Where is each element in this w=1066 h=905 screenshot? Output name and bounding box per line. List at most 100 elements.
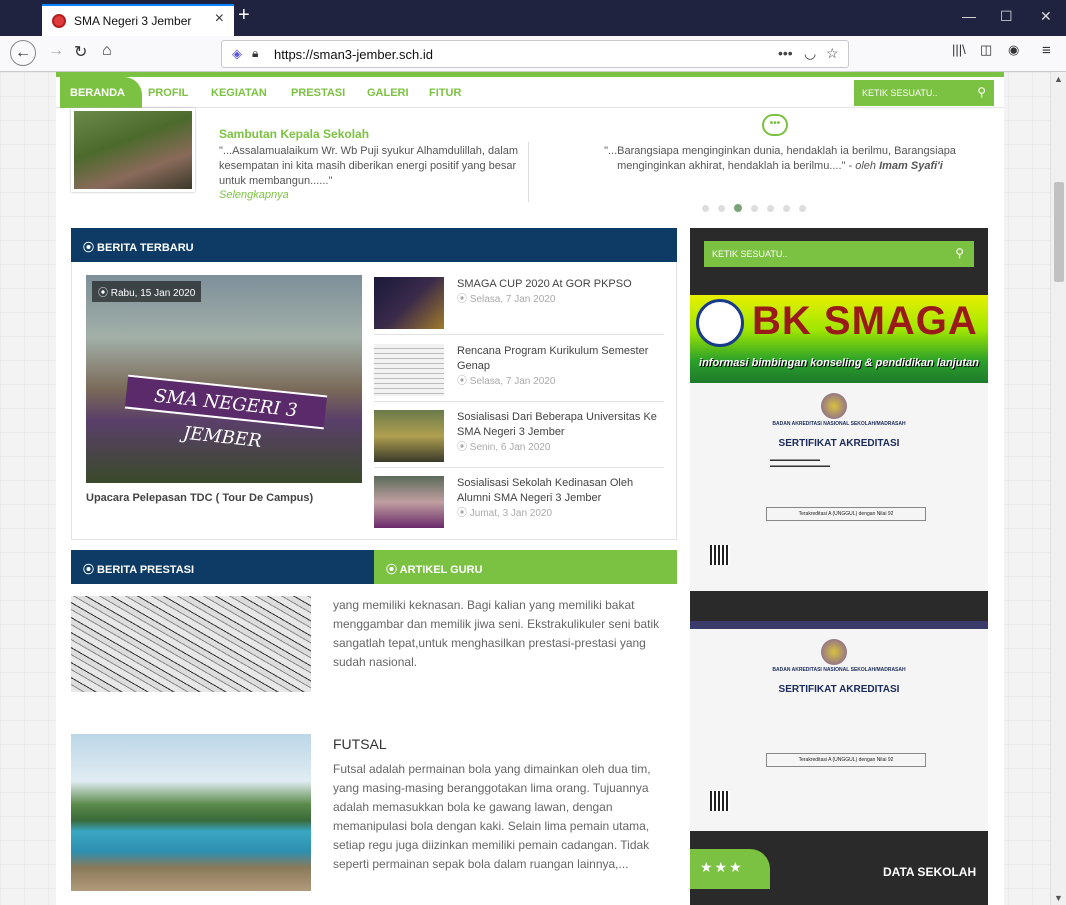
carousel-dot[interactable] (702, 205, 709, 212)
site-nav: BERANDA PROFIL KEGIATAN PRESTASI GALERI … (56, 72, 1004, 108)
close-tab-icon[interactable]: × (215, 10, 224, 28)
bk-subtitle: informasi bimbingan konseling & pendidik… (699, 357, 979, 369)
news-item[interactable]: SMAGA CUP 2020 At GOR PKPSO ⦿ Selasa, 7 … (374, 275, 664, 335)
berita-terbaru-panel: SMA NEGERI 3 JEMBER ⦿ Rabu, 15 Jan 2020 … (71, 262, 677, 540)
search-placeholder: KETIK SESUATU.. (712, 249, 788, 259)
tracking-shield-icon[interactable]: ◈ (232, 46, 242, 62)
batik-image[interactable] (71, 596, 311, 692)
url-bar[interactable]: ◈ 🔒︎ https://sman3-jember.sch.id ••• ◡ ☆ (221, 40, 849, 68)
news-date: ⦿ Senin, 6 Jan 2020 (457, 442, 551, 453)
news-title-text[interactable]: SMAGA CUP 2020 At GOR PKPSO (457, 278, 632, 290)
carousel-dot[interactable] (718, 205, 725, 212)
reload-icon[interactable]: ↻ (74, 42, 87, 62)
home-icon[interactable]: ⌂ (102, 42, 112, 60)
accreditation-certificate[interactable]: BADAN AKREDITASI NASIONAL SEKOLAH/MADRAS… (690, 621, 988, 831)
nav-item-beranda[interactable]: BERANDA (60, 77, 142, 108)
berita-terbaru-header: ⦿ BERITA TERBARU (71, 228, 677, 262)
news-item[interactable]: Rencana Program Kurikulum Semester Genap… (374, 342, 664, 402)
futsal-text: Futsal adalah permainan bola yang dimain… (333, 762, 651, 871)
sidebar-icon[interactable]: ◫ (980, 42, 992, 58)
data-sekolah-header: ★★★ DATA SEKOLAH (690, 841, 988, 905)
carousel-dot[interactable] (767, 205, 774, 212)
browser-titlebar: SMA Negeri 3 Jember × + — ☐ ✕ (0, 0, 1066, 36)
new-tab-icon[interactable]: + (238, 4, 250, 27)
futsal-image[interactable] (71, 734, 311, 891)
nav-item-kegiatan[interactable]: KEGIATAN (211, 87, 267, 99)
scrollbar-thumb[interactable] (1054, 182, 1064, 282)
bookmark-star-icon[interactable]: ☆ (826, 45, 839, 62)
news-title[interactable]: Rencana Program Kurikulum Semester Genap… (457, 344, 667, 389)
news-title[interactable]: Sosialisasi Dari Beberapa Universitas Ke… (457, 410, 667, 455)
futsal-title[interactable]: FUTSAL (333, 736, 387, 752)
ban-sm-emblem-icon (821, 639, 847, 665)
main-news-image[interactable]: SMA NEGERI 3 JEMBER ⦿ Rabu, 15 Jan 2020 (86, 275, 362, 483)
page-viewport: BERANDA PROFIL KEGIATAN PRESTASI GALERI … (0, 72, 1066, 905)
quote-bubble-icon: ••• (762, 114, 788, 136)
maximize-icon[interactable]: ☐ (1000, 8, 1013, 25)
news-title[interactable]: SMAGA CUP 2020 At GOR PKPSO ⦿ Selasa, 7 … (457, 277, 667, 307)
page-actions-icon[interactable]: ••• (778, 45, 793, 61)
search-icon[interactable]: ⚲ (955, 246, 964, 260)
window-close-icon[interactable]: ✕ (1040, 8, 1052, 25)
url-text[interactable]: https://sman3-jember.sch.id (274, 47, 433, 62)
search-placeholder: KETIK SESUATU.. (862, 88, 938, 98)
account-icon[interactable]: ◉ (1008, 42, 1019, 58)
sidebar-search-input[interactable]: KETIK SESUATU.. ⚲ (704, 241, 974, 267)
lock-icon[interactable]: 🔒︎ (252, 46, 258, 61)
main-news-title[interactable]: Upacara Pelepasan TDC ( Tour De Campus) (86, 492, 313, 504)
carousel-dots (702, 201, 815, 215)
nav-item-galeri[interactable]: GALERI (367, 87, 409, 99)
news-title[interactable]: Sosialisasi Sekolah Kedinasan Oleh Alumn… (457, 476, 667, 521)
divider (528, 142, 529, 202)
minimize-icon[interactable]: — (962, 8, 976, 24)
section-title: ⦿ BERITA TERBARU (83, 242, 194, 254)
sambutan-title[interactable]: Sambutan Kepala Sekolah (219, 127, 369, 141)
bk-smaga-banner[interactable]: BK SMAGA informasi bimbingan konseling &… (690, 295, 988, 383)
scroll-up-icon[interactable]: ▲ (1054, 74, 1063, 84)
pocket-icon[interactable]: ◡ (804, 45, 816, 62)
main-news-date: ⦿ Rabu, 15 Jan 2020 (92, 281, 202, 302)
news-thumbnail[interactable] (374, 476, 444, 528)
carousel-dot-active[interactable] (734, 204, 742, 212)
search-icon[interactable]: ⚲ (977, 85, 986, 99)
page-scrollbar[interactable]: ▲ ▼ (1050, 72, 1066, 905)
section-title: ⦿ ARTIKEL GURU (386, 564, 483, 576)
quote-by: oleh (855, 160, 877, 172)
batik-text: yang memiliki keknasan. Bagi kalian yang… (333, 598, 660, 669)
news-thumbnail[interactable] (374, 277, 444, 329)
tab-artikel-guru[interactable]: ⦿ ARTIKEL GURU (374, 550, 677, 584)
quote-text: "...Barangsiapa menginginkan dunia, hend… (576, 144, 984, 174)
data-sekolah-title: DATA SEKOLAH (883, 865, 977, 879)
sambutan-text: "...Assalamualaikum Wr. Wb Puji syukur A… (219, 145, 518, 187)
news-thumbnail[interactable] (374, 344, 444, 396)
news-thumbnail[interactable] (374, 410, 444, 462)
scroll-down-icon[interactable]: ▼ (1054, 893, 1063, 903)
nav-item-profil[interactable]: PROFIL (148, 87, 188, 99)
back-icon[interactable]: ← (10, 40, 36, 66)
news-title-text[interactable]: Sosialisasi Dari Beberapa Universitas Ke… (457, 411, 657, 438)
library-icon[interactable]: |||\ (952, 42, 966, 57)
news-title-text[interactable]: Sosialisasi Sekolah Kedinasan Oleh Alumn… (457, 477, 633, 504)
read-more-link[interactable]: Selengkapnya (219, 189, 289, 201)
forward-icon[interactable]: → (48, 42, 64, 60)
carousel-dot[interactable] (799, 205, 806, 212)
quote-author: Imam Syafi'i (879, 160, 943, 172)
news-title-text[interactable]: Rencana Program Kurikulum Semester Genap (457, 345, 648, 372)
tab-berita-prestasi[interactable]: ⦿ BERITA PRESTASI (71, 550, 374, 584)
cert-org: BADAN AKREDITASI NASIONAL SEKOLAH/MADRAS… (772, 421, 906, 427)
cert-org: BADAN AKREDITASI NASIONAL SEKOLAH/MADRAS… (772, 667, 906, 673)
cert-title: SERTIFIKAT AKREDITASI (778, 438, 900, 449)
nav-item-prestasi[interactable]: PRESTASI (291, 87, 345, 99)
cert-grade: Terakreditasi A (UNGGUL) dengan Nilai 92 (766, 507, 926, 521)
cert-grade: Terakreditasi A (UNGGUL) dengan Nilai 92 (766, 753, 926, 767)
nav-search-input[interactable]: KETIK SESUATU.. ⚲ (854, 80, 994, 106)
news-item[interactable]: Sosialisasi Sekolah Kedinasan Oleh Alumn… (374, 474, 664, 534)
nav-item-fitur[interactable]: FITUR (429, 87, 461, 99)
carousel-dot[interactable] (751, 205, 758, 212)
menu-icon[interactable]: ≡ (1042, 42, 1051, 59)
news-item[interactable]: Sosialisasi Dari Beberapa Universitas Ke… (374, 408, 664, 468)
browser-tab[interactable]: SMA Negeri 3 Jember × (42, 4, 234, 36)
accreditation-certificate[interactable]: BADAN AKREDITASI NASIONAL SEKOLAH/MADRAS… (690, 383, 988, 591)
carousel-dot[interactable] (783, 205, 790, 212)
right-sidebar: KETIK SESUATU.. ⚲ BK SMAGA informasi bim… (690, 228, 988, 905)
